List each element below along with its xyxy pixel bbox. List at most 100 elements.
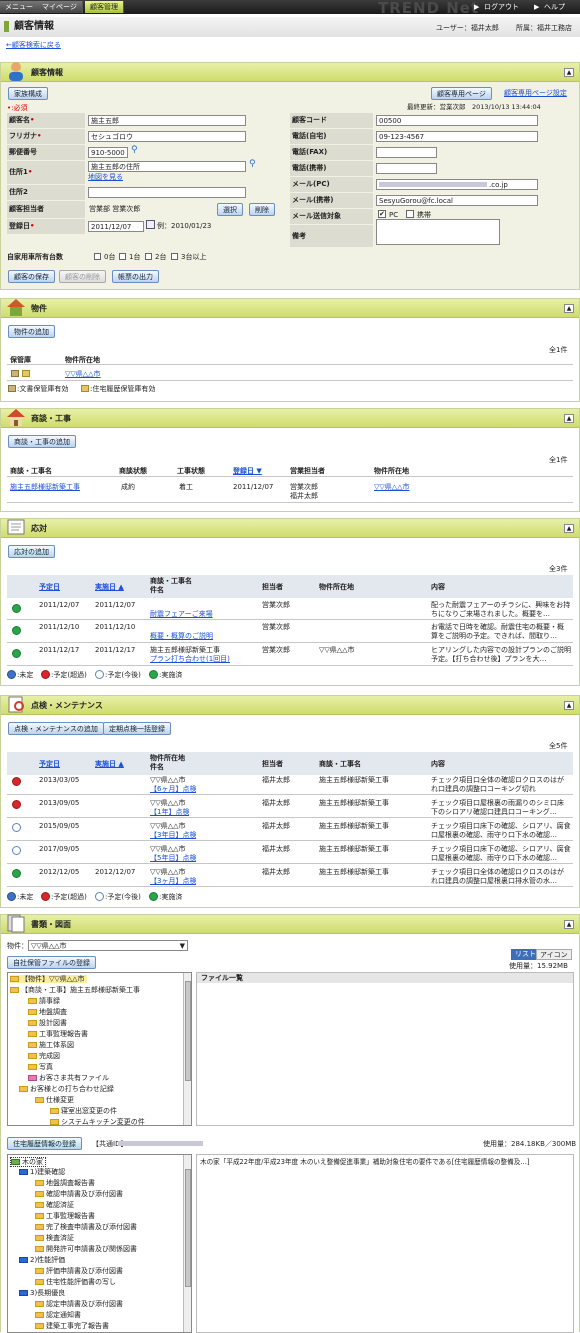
tree-item[interactable]: 仕様変更 [35,1096,74,1104]
deal-name-link[interactable]: 施主五郎様邸新築工事 [10,483,80,491]
car-2-checkbox[interactable] [145,253,152,260]
mobile-field[interactable] [376,163,437,174]
header-done-date[interactable]: 実施日 ▲ [95,583,124,591]
zip-field[interactable]: 910-5000 [88,147,128,158]
tree-item[interactable]: 認定通知書 [35,1311,81,1319]
customer-page-settings-link[interactable]: 顧客専用ページ設定 [504,89,567,97]
code-field[interactable]: 00500 [376,115,538,126]
tree-item[interactable]: 請事録 [28,997,60,1005]
header-registered-date[interactable]: 登録日 ▼ [233,467,262,475]
icon-view-toggle[interactable]: アイコン [536,949,572,960]
property-select[interactable]: ▽▽県△△市 ▼ [28,940,188,951]
tree-item[interactable]: 施工体系図 [28,1041,74,1049]
header-plan-date[interactable]: 予定日 [39,760,60,768]
collapse-button[interactable]: ▲ [564,524,574,533]
tree-item[interactable]: 確認申請書及び添付図書 [35,1190,123,1198]
add-deal-button[interactable]: 商談・工事の追加 [8,435,76,448]
property-location-link[interactable]: ▽▽県△△市 [65,370,101,378]
kana-field[interactable]: セシュゴロウ [88,131,246,142]
scrollbar[interactable] [183,1155,191,1332]
tree-item[interactable]: 写真 [28,1063,53,1071]
deal-location-link[interactable]: ▽▽県△△市 [374,483,410,491]
scrollbar[interactable] [183,973,191,1125]
customer-page-button[interactable]: 顧客専用ページ [431,87,492,100]
subject-link[interactable]: プラン打ち合わせ(1回目) [150,655,230,663]
subject-link[interactable]: 【3年目】点検 [150,831,196,839]
collapse-button[interactable]: ▲ [564,68,574,77]
car-3-checkbox[interactable] [171,253,178,260]
tab-menu[interactable]: メニュー [0,1,39,13]
subject-link[interactable]: 耐震フェアーご来場 [150,610,213,618]
registered-date-field[interactable]: 2011/12/07 [88,221,144,232]
collapse-button[interactable]: ▲ [564,920,574,929]
tree-item[interactable]: 評価申請書及び添付図書 [35,1267,123,1275]
tree-item[interactable]: 寝室出窓変更の件 [50,1107,117,1115]
tree-item[interactable]: 建築工事完了報告書 [35,1322,109,1330]
collapse-button[interactable]: ▲ [564,701,574,710]
map-link[interactable]: 地図を見る [88,173,123,181]
tree-item[interactable]: 2)性能評価 [19,1256,65,1264]
logout-link[interactable]: ログアウト [484,3,519,11]
car-1-checkbox[interactable] [119,253,126,260]
back-to-search-link[interactable]: ←顧客検索に戻る [6,41,61,49]
note-textarea[interactable] [376,219,500,245]
register-history-button[interactable]: 住宅履歴情報の登録 [7,1137,82,1150]
header-plan-date[interactable]: 予定日 [39,583,60,591]
family-button[interactable]: 家族構成 [8,87,48,100]
scrollbar-thumb[interactable] [185,981,191,1081]
name-field[interactable]: 施主五郎 [88,115,246,126]
tree-item[interactable]: お客様との打ち合わせ記録 [19,1085,114,1093]
tree-item[interactable]: 地盤調査 [28,1008,67,1016]
tree-item[interactable]: 住宅性能評価書の写し [35,1278,116,1286]
tree-item[interactable]: システムキッチン変更の件 [50,1118,145,1125]
tree-item-root[interactable]: 木の家 [10,1157,46,1168]
tree-item[interactable]: 完成図 [28,1052,60,1060]
subject-link[interactable]: 概要・概算のご説明 [150,632,213,640]
zip-search-icon[interactable]: ⚲ [131,145,138,156]
tree-item[interactable]: 確認済証 [35,1201,74,1209]
add-maintenance-button[interactable]: 点検・メンテナンスの追加 [8,722,104,735]
tree-item[interactable]: 1)建築確認 [19,1168,65,1176]
address1-field[interactable]: 施主五郎の住所 [88,161,246,172]
save-customer-button[interactable]: 顧客の保存 [8,270,55,283]
car-0-checkbox[interactable] [94,253,101,260]
help-link[interactable]: ヘルプ [544,3,565,11]
tree-item-property[interactable]: 【物件】▽▽県△△市 [10,975,87,984]
bulk-inspection-button[interactable]: 定期点検一括登録 [103,722,171,735]
tree-item[interactable]: 地盤調査報告書 [35,1179,95,1187]
subject-link[interactable]: 【1年】点検 [150,808,189,816]
delete-staff-button[interactable]: 削除 [249,203,275,216]
mail-mobile-field[interactable]: SesyuGorou@fc.local [376,195,538,206]
tree-item-shared[interactable]: お客さま共有ファイル [28,1074,109,1082]
tree-item[interactable]: 工事監理報告書 [35,1212,95,1220]
scrollbar-thumb[interactable] [185,1169,191,1287]
tree-item[interactable]: 認定申請書及び添付図書 [35,1300,123,1308]
mobile-checkbox[interactable] [406,210,414,218]
add-property-button[interactable]: 物件の追加 [8,325,55,338]
subject-link[interactable]: 【3ヶ月】点検 [150,877,196,885]
add-support-button[interactable]: 応対の追加 [8,545,55,558]
subject-link[interactable]: 【6ヶ月】点検 [150,785,196,793]
header-done-date[interactable]: 実施日 ▲ [95,760,124,768]
tree-item[interactable]: 開発許可申請書及び関係図書 [35,1245,137,1253]
address-search-icon[interactable]: ⚲ [249,159,256,170]
register-file-button[interactable]: 自社保管ファイルの登録 [7,956,96,969]
select-staff-button[interactable]: 選択 [217,203,243,216]
calendar-icon[interactable] [146,220,155,229]
tab-customer-management[interactable]: 顧客管理 [85,1,124,13]
fax-field[interactable] [376,147,437,158]
tree-item-deal[interactable]: 【商談・工事】施主五郎様邸新築工事 [10,986,140,994]
pc-checkbox[interactable]: ✔ [378,210,386,218]
collapse-button[interactable]: ▲ [564,304,574,313]
tree-item[interactable]: 設計図書 [28,1019,67,1027]
tree-item[interactable]: 完了検査申請書及び添付図書 [35,1223,137,1231]
collapse-button[interactable]: ▲ [564,414,574,423]
delete-customer-button[interactable]: 顧客の削除 [59,270,106,283]
tel-home-field[interactable]: 09-123-4567 [376,131,538,142]
tree-item[interactable]: 3)長期優良 [19,1289,65,1297]
tree-item[interactable]: 検査済証 [35,1234,74,1242]
print-report-button[interactable]: 帳票の出力 [112,270,159,283]
address2-field[interactable] [88,187,246,198]
tree-item[interactable]: 工事監理報告書 [28,1030,88,1038]
subject-link[interactable]: 【5年目】点検 [150,854,196,862]
